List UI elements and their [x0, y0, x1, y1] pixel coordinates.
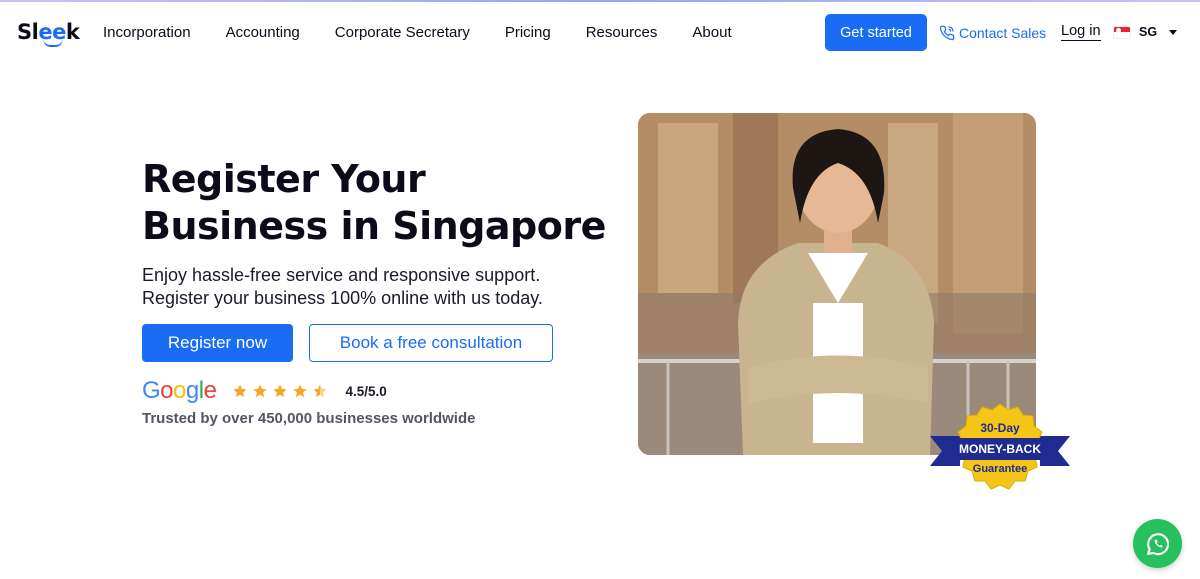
- whatsapp-chat-button[interactable]: [1133, 519, 1182, 568]
- rating-score: 4.5/5.0: [345, 383, 387, 399]
- nav-item-incorporation[interactable]: Incorporation: [103, 24, 191, 41]
- nav-item-about[interactable]: About: [692, 24, 731, 41]
- whatsapp-icon: [1146, 532, 1169, 555]
- nav-item-pricing[interactable]: Pricing: [505, 24, 551, 41]
- login-link[interactable]: Log in: [1061, 23, 1101, 41]
- region-selector[interactable]: SG: [1113, 25, 1178, 39]
- phone-icon: [939, 25, 955, 41]
- star-icon: [273, 384, 288, 398]
- book-consultation-button[interactable]: Book a free consultation: [309, 324, 553, 362]
- money-back-guarantee-badge: 30-Day MONEY-BACK Guarantee: [930, 404, 1070, 490]
- region-label: SG: [1139, 25, 1158, 39]
- half-star-icon: [313, 384, 328, 398]
- singapore-flag-icon: [1113, 25, 1131, 39]
- hero-headline: Register Your Business in Singapore: [142, 157, 606, 248]
- google-logo: Google: [142, 377, 217, 404]
- nav-item-corporate-secretary[interactable]: Corporate Secretary: [335, 24, 470, 41]
- google-rating: Google 4.5/5.0: [142, 377, 387, 405]
- register-now-button[interactable]: Register now: [142, 324, 293, 362]
- logo-swoosh: [43, 39, 63, 47]
- trusted-by-text: Trusted by over 450,000 businesses world…: [142, 410, 476, 427]
- badge-line1: 30-Day: [980, 421, 1020, 435]
- star-icon: [293, 384, 308, 398]
- nav-item-accounting[interactable]: Accounting: [226, 24, 300, 41]
- star-icon: [233, 384, 248, 398]
- badge-line3: Guarantee: [973, 463, 1027, 475]
- main-menu: Incorporation Accounting Corporate Secre…: [103, 24, 767, 41]
- rating-stars: [232, 383, 332, 399]
- star-icon: [253, 384, 268, 398]
- get-started-button[interactable]: Get started: [825, 14, 927, 51]
- hero-subtitle: Enjoy hassle-free service and responsive…: [142, 265, 543, 308]
- contact-sales-link[interactable]: Contact Sales: [939, 25, 1046, 41]
- top-navigation: Sleek Incorporation Accounting Corporate…: [0, 2, 1200, 64]
- contact-sales-label: Contact Sales: [959, 25, 1047, 41]
- badge-line2: MONEY-BACK: [959, 442, 1041, 456]
- nav-item-resources[interactable]: Resources: [586, 24, 658, 41]
- chevron-down-icon: [1169, 29, 1178, 35]
